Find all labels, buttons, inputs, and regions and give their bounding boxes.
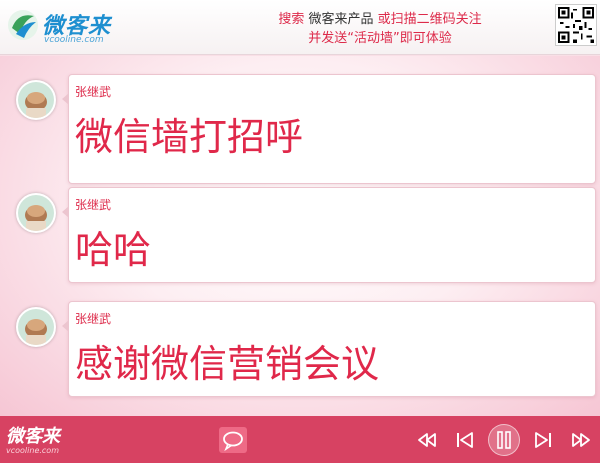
control-bar: 微客来 vcooline.com — [0, 416, 600, 463]
qr-code-icon — [555, 4, 597, 46]
avatar — [16, 193, 56, 233]
message-wall: 张继武 微信墙打招呼 张继武 哈哈 张继武 感谢微信营销会议 — [0, 56, 600, 416]
avatar-image-icon — [18, 82, 54, 118]
fast-backward-icon[interactable] — [414, 427, 440, 453]
chat-button[interactable] — [219, 427, 247, 453]
slogan-line2: 并发送“活动墙”即可体验 — [308, 31, 452, 46]
avatar — [16, 307, 56, 347]
avatar-image-icon — [18, 195, 54, 231]
message-bubble: 张继武 感谢微信营销会议 — [62, 301, 596, 397]
chat-bubble-icon — [223, 431, 243, 452]
slogan: 搜索 微客来产品 或扫描二维码关注 并发送“活动墙”即可体验 — [230, 10, 530, 48]
avatar — [16, 80, 56, 120]
footer-logo-subtext: vcooline.com — [6, 446, 59, 455]
message-bubble: 张继武 微信墙打招呼 — [62, 74, 596, 184]
sender-name: 张继武 — [75, 85, 112, 99]
sender-name: 张继武 — [75, 312, 112, 326]
slogan-search: 搜索 — [278, 12, 305, 27]
header-bar: 微客来 vcooline.com 搜索 微客来产品 或扫描二维码关注 并发送“活… — [0, 0, 600, 55]
fast-forward-icon[interactable] — [568, 427, 594, 453]
sender-name: 张继武 — [75, 198, 112, 212]
previous-icon[interactable] — [452, 427, 478, 453]
slogan-scan: 或扫描二维码关注 — [377, 12, 482, 27]
logo-mark-icon — [8, 10, 38, 40]
brand-logo: 微客来 vcooline.com — [6, 6, 126, 48]
next-icon[interactable] — [530, 427, 556, 453]
slogan-product: 微客来产品 — [308, 12, 374, 27]
message-text: 哈哈 — [75, 228, 152, 272]
footer-logo-text: 微客来 — [6, 426, 60, 447]
logo-subtext: vcooline.com — [44, 35, 104, 45]
pause-button[interactable] — [488, 424, 520, 456]
message-bubble: 张继武 哈哈 — [62, 187, 596, 283]
avatar-image-icon — [18, 309, 54, 345]
message-text: 微信墙打招呼 — [75, 115, 304, 159]
pause-icon — [497, 431, 511, 449]
message-text: 感谢微信营销会议 — [75, 342, 380, 386]
footer-logo: 微客来 vcooline.com — [6, 422, 60, 455]
